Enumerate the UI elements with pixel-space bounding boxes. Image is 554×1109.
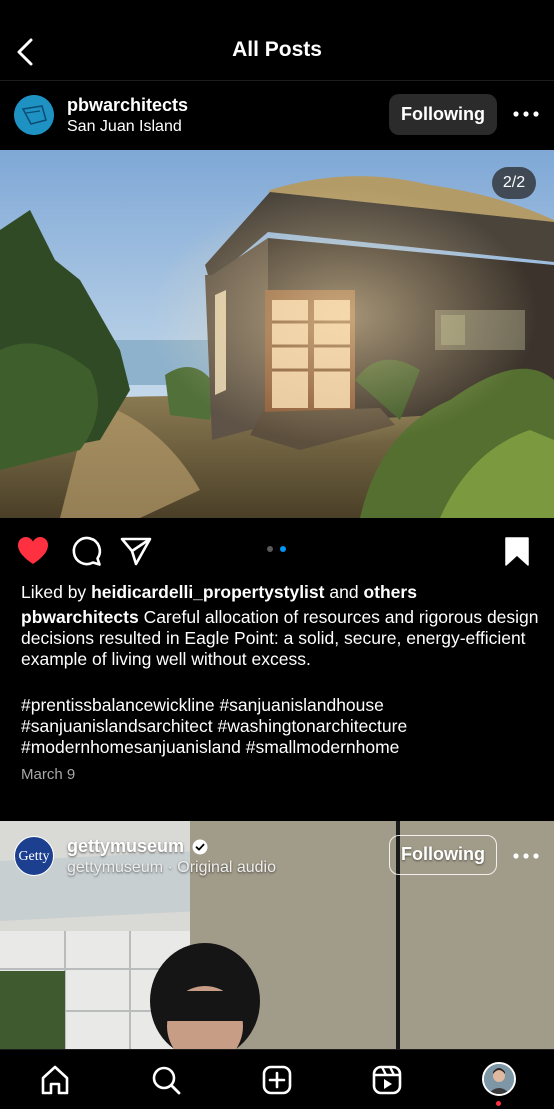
post-image[interactable]	[0, 150, 554, 518]
post-header: pbwarchitects San Juan Island Following	[0, 82, 554, 150]
carousel-dot	[267, 546, 273, 552]
paper-plane-icon	[120, 537, 152, 566]
reel-post[interactable]: Getty gettymuseum gettymuseum · Original…	[0, 821, 554, 1049]
like-button[interactable]	[16, 534, 50, 568]
more-options-button[interactable]	[511, 846, 541, 866]
comment-bubble-icon	[72, 536, 102, 566]
ellipsis-icon	[513, 111, 539, 117]
nav-create[interactable]	[261, 1064, 293, 1096]
nav-reels[interactable]	[371, 1064, 403, 1096]
pbwarchitects-logo	[14, 95, 54, 135]
post-username[interactable]: pbwarchitects	[67, 95, 188, 116]
hashtag-line[interactable]: #sanjuanislandsarchitect #washingtonarch…	[21, 716, 541, 737]
search-icon	[152, 1066, 181, 1095]
verified-badge-icon	[192, 839, 208, 855]
comment-button[interactable]	[69, 534, 103, 568]
notification-dot	[496, 1101, 501, 1106]
post-actions	[0, 530, 554, 572]
top-bar: All Posts	[0, 0, 554, 81]
liked-by-user[interactable]: heidicardelli_propertystylist	[91, 582, 324, 602]
post-hashtags: #prentissbalancewickline #sanjuanislandh…	[21, 695, 541, 758]
profile-avatar	[484, 1064, 514, 1094]
nav-home[interactable]	[39, 1064, 71, 1096]
hashtag-line[interactable]: #prentissbalancewickline #sanjuanislandh…	[21, 695, 541, 716]
post-location[interactable]: San Juan Island	[67, 118, 182, 136]
nav-profile[interactable]	[482, 1062, 516, 1096]
hashtag-line[interactable]: #modernhomesanjuanisland #smallmodernhom…	[21, 737, 541, 758]
page-title: All Posts	[232, 38, 322, 61]
reel-audio-label[interactable]: gettymuseum · Original audio	[67, 859, 276, 877]
avatar[interactable]	[14, 95, 54, 135]
ellipsis-icon	[513, 853, 539, 859]
post-username[interactable]: gettymuseum	[67, 836, 184, 857]
more-options-button[interactable]	[511, 104, 541, 124]
carousel-dot	[280, 546, 286, 552]
home-icon	[41, 1065, 69, 1095]
heart-filled-icon	[18, 537, 48, 564]
avatar[interactable]: Getty	[14, 836, 54, 876]
caption-username[interactable]: pbwarchitects	[21, 607, 139, 627]
image-counter: 2/2	[492, 167, 536, 199]
liked-by-prefix: Liked by	[21, 582, 87, 602]
create-icon	[262, 1065, 292, 1095]
following-button[interactable]: Following	[389, 94, 497, 135]
bottom-navigation	[0, 1049, 554, 1109]
liked-by-middle: and	[329, 582, 359, 602]
share-button[interactable]	[119, 534, 153, 568]
bookmark-filled-icon	[505, 537, 529, 566]
nav-search[interactable]	[150, 1064, 182, 1096]
post-caption: pbwarchitects Careful allocation of reso…	[21, 607, 541, 670]
following-button[interactable]: Following	[389, 835, 497, 875]
reels-icon	[372, 1065, 402, 1095]
likes-summary: Liked by heidicardelli_propertystylist a…	[21, 582, 541, 603]
carousel-indicator	[267, 546, 291, 554]
post-date: March 9	[21, 766, 76, 783]
save-button[interactable]	[500, 534, 534, 568]
liked-by-others[interactable]: others	[363, 582, 416, 602]
cabin-photo	[0, 150, 554, 518]
